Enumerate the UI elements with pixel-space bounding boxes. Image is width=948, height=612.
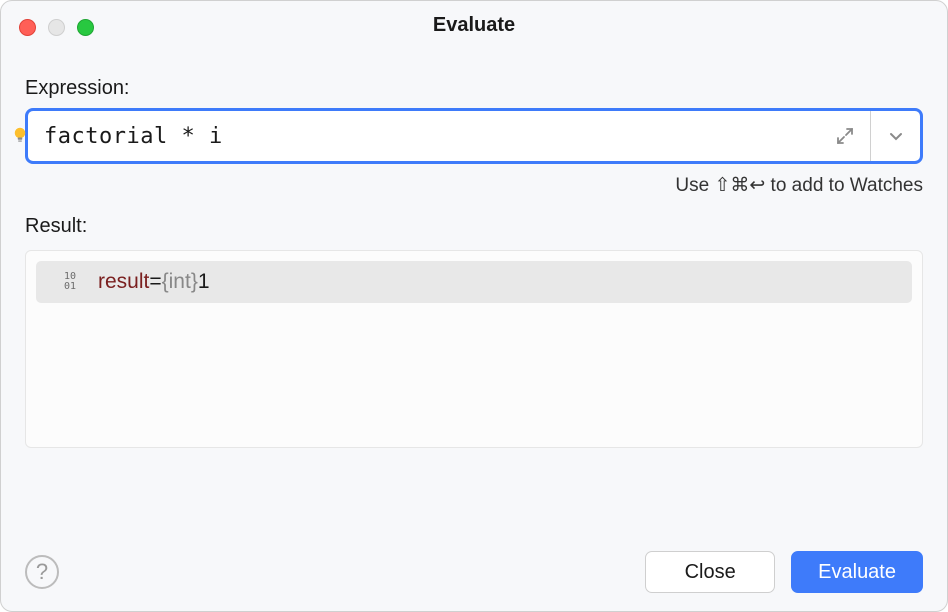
history-dropdown-icon[interactable] bbox=[870, 111, 920, 161]
result-panel: 1001 result = {int} 1 bbox=[25, 250, 923, 448]
hint-text: Use ⇧⌘↩ to add to Watches bbox=[25, 174, 923, 197]
evaluate-dialog: Evaluate Expression: factorial * i bbox=[0, 0, 948, 612]
window-title: Evaluate bbox=[1, 14, 947, 37]
result-row[interactable]: 1001 result = {int} 1 bbox=[36, 261, 912, 303]
window-controls bbox=[19, 19, 94, 36]
binary-icon: 1001 bbox=[64, 272, 86, 292]
result-label: Result: bbox=[25, 215, 923, 238]
result-equals: = bbox=[149, 270, 161, 294]
expression-text: factorial * i bbox=[44, 124, 820, 149]
expression-input[interactable]: factorial * i bbox=[25, 108, 923, 164]
close-button[interactable]: Close bbox=[645, 551, 775, 593]
expression-field-wrapper: factorial * i bbox=[25, 108, 923, 164]
footer: ? Close Evaluate bbox=[1, 533, 947, 611]
titlebar: Evaluate bbox=[1, 1, 947, 49]
help-button[interactable]: ? bbox=[25, 555, 59, 589]
result-type: {int} bbox=[162, 270, 198, 294]
evaluate-button[interactable]: Evaluate bbox=[791, 551, 923, 593]
window-minimize-button[interactable] bbox=[48, 19, 65, 36]
lightbulb-icon[interactable] bbox=[11, 127, 29, 145]
result-variable-name: result bbox=[98, 270, 149, 294]
result-value: 1 bbox=[198, 270, 210, 294]
window-close-button[interactable] bbox=[19, 19, 36, 36]
window-maximize-button[interactable] bbox=[77, 19, 94, 36]
expression-label: Expression: bbox=[25, 77, 923, 100]
expand-icon[interactable] bbox=[820, 111, 870, 161]
content-area: Expression: factorial * i bbox=[1, 49, 947, 533]
